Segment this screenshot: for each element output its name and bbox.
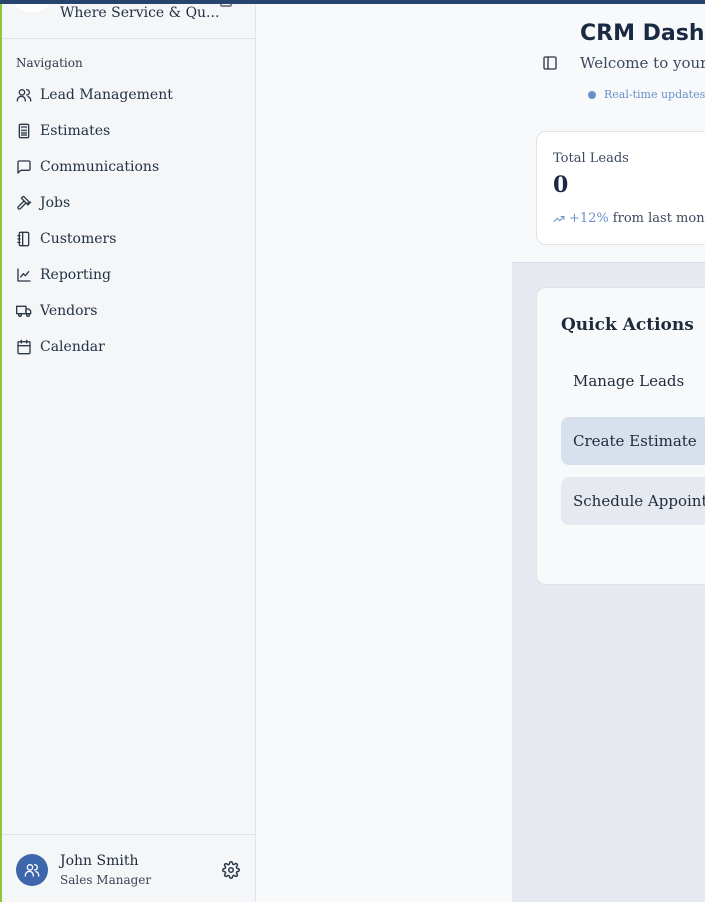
- quick-actions-card: Quick Actions Manage Leads Create Estima…: [536, 287, 705, 585]
- sidebar-item-vendors[interactable]: Vendors: [2, 293, 256, 329]
- sidebar-item-jobs[interactable]: Jobs: [2, 185, 256, 221]
- stat-label: Total Leads: [553, 151, 629, 166]
- users-icon: [16, 87, 32, 103]
- sidebar-toggle-icon[interactable]: [542, 55, 558, 71]
- calendar-icon: [16, 339, 32, 355]
- brand-toggle-icon[interactable]: [220, 4, 232, 7]
- sidebar-item-customers[interactable]: Customers: [2, 221, 256, 257]
- chart-line-icon: [16, 267, 32, 283]
- sidebar: Where Service & Qu... Navigation Lead Ma…: [2, 4, 256, 902]
- blank-pane: [256, 4, 512, 902]
- trend-text: from last month: [612, 211, 705, 226]
- sidebar-item-lead-management[interactable]: Lead Management: [2, 77, 256, 113]
- stat-value: 0: [553, 172, 569, 198]
- schedule-appointment-button[interactable]: Schedule Appoint: [561, 477, 705, 525]
- sidebar-item-label: Lead Management: [40, 87, 173, 103]
- sidebar-item-reporting[interactable]: Reporting: [2, 257, 256, 293]
- message-icon: [16, 159, 32, 175]
- hammer-icon: [16, 195, 32, 211]
- avatar[interactable]: [16, 854, 48, 886]
- sidebar-item-estimates[interactable]: Estimates: [2, 113, 256, 149]
- dashboard-header: CRM Dashb Welcome to your Real-time upda…: [512, 4, 705, 262]
- sidebar-item-label: Estimates: [40, 123, 111, 139]
- live-status-text: Real-time updates: [604, 88, 705, 101]
- gear-icon[interactable]: [222, 861, 240, 879]
- sidebar-item-label: Customers: [40, 231, 117, 247]
- users-icon: [24, 864, 40, 877]
- manage-leads-button[interactable]: Manage Leads: [561, 357, 705, 405]
- brand-header: Where Service & Qu...: [2, 4, 255, 39]
- page-title: CRM Dashb: [580, 21, 705, 46]
- sidebar-item-label: Jobs: [40, 195, 71, 211]
- total-leads-card: Total Leads 0 +12% from last month: [536, 131, 705, 245]
- nav-list: Lead Management Estimates Communications…: [2, 77, 256, 365]
- sidebar-item-calendar[interactable]: Calendar: [2, 329, 256, 365]
- sidebar-item-label: Calendar: [40, 339, 105, 355]
- sidebar-item-label: Reporting: [40, 267, 111, 283]
- user-name: John Smith: [60, 853, 139, 869]
- dashboard-body: Quick Actions Manage Leads Create Estima…: [512, 262, 705, 902]
- create-estimate-button[interactable]: Create Estimate: [561, 417, 705, 465]
- trend-percentage: +12%: [569, 211, 609, 226]
- user-panel: John Smith Sales Manager: [2, 834, 256, 902]
- page-subtitle: Welcome to your: [580, 54, 705, 72]
- user-role: Sales Manager: [60, 873, 152, 887]
- stat-trend: +12% from last month: [553, 211, 705, 226]
- quick-actions-title: Quick Actions: [561, 315, 694, 335]
- sidebar-item-label: Vendors: [40, 303, 98, 319]
- sidebar-item-label: Communications: [40, 159, 160, 175]
- calculator-icon: [16, 123, 32, 139]
- brand-tagline: Where Service & Qu...: [60, 5, 220, 21]
- truck-icon: [16, 303, 32, 319]
- brand-logo: [14, 4, 50, 12]
- sidebar-item-communications[interactable]: Communications: [2, 149, 256, 185]
- nav-heading: Navigation: [16, 56, 83, 70]
- contacts-icon: [16, 231, 32, 247]
- live-indicator-dot: [588, 91, 596, 99]
- trending-up-icon: [553, 215, 565, 222]
- main-content: CRM Dashb Welcome to your Real-time upda…: [512, 4, 705, 902]
